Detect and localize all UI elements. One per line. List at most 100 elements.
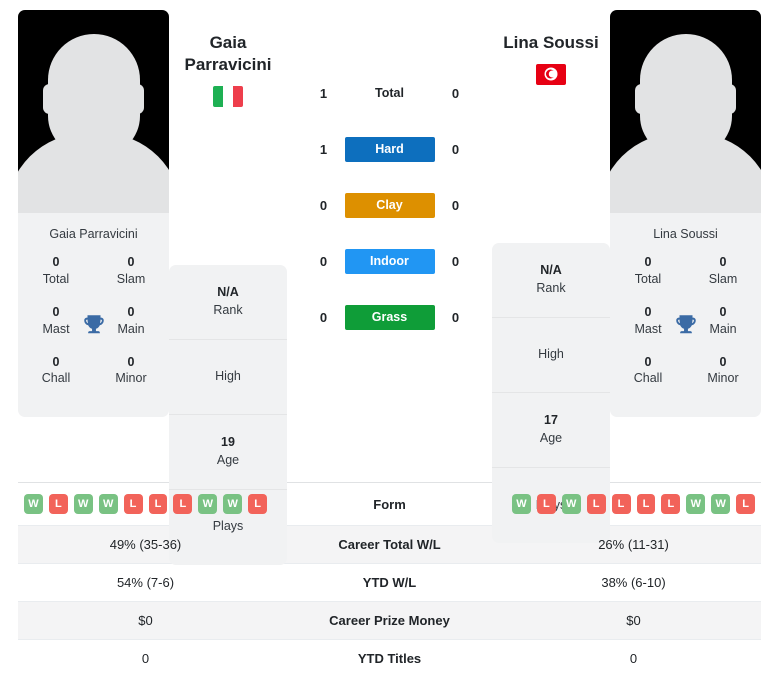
trophy-stat-total: 0 Total [32,254,80,288]
trophy-row: 0 Chall 0 Minor [616,354,755,388]
flag-stripe-white [223,85,233,107]
form-badge: L [123,494,143,514]
h2h-label-total: Total [375,85,404,100]
left-info-stack: N/A Rank High 19 Age Plays [169,264,287,565]
trophy-row: 0 Total 0 Slam [616,254,755,288]
h2h-row-grass: 0 Grass 0 [295,289,484,345]
right-player-card[interactable]: Lina Soussi 0 Total 0 Slam 0 Mast 0 Main… [610,10,761,418]
right-age-value: 17 [544,413,558,428]
right-ytd-titles: 0 [629,651,638,666]
form-badge: W [98,494,118,514]
h2h-right-score: 0 [451,141,460,157]
stat-label-ytd-wl: YTD W/L [362,575,417,590]
flag-crescent-inner [548,70,556,78]
trophy-value: 0 [644,255,652,269]
left-age-value: 19 [221,435,235,449]
form-badge: W [73,494,93,514]
avatar-shoulders [610,133,761,213]
trophy-stat-slam: 0 Slam [699,254,747,288]
surface-badge-hard[interactable]: Hard [344,136,435,162]
avatar-ear-left [43,84,56,114]
h2h-left-score: 0 [319,197,328,213]
left-player-column: Gaia Parravicini 0 Total 0 Slam 0 Mast 0… [18,10,169,418]
tunisia-flag-icon [536,63,566,85]
left-age-label: Age [216,452,240,467]
trophy-value: 0 [52,304,60,319]
form-badge: W [561,494,581,514]
h2h-right-score: 0 [451,197,460,213]
h2h-right-score: 0 [451,309,460,325]
left-rank-label: Rank [213,302,243,317]
trophy-label: Chall [41,371,71,386]
form-badge: L [536,494,556,514]
left-age-cell: 19 Age [169,415,287,490]
trophy-label: Main [117,321,145,336]
trophy-stat-main: 0 Main [107,304,155,338]
avatar-ear-right [723,84,736,114]
right-player-card-name: Lina Soussi [653,227,718,241]
trophy-value: 0 [644,354,652,369]
right-player-avatar [610,10,761,213]
surface-badge-clay[interactable]: Clay [344,192,435,218]
stat-label-ytd-titles: YTD Titles [357,651,422,666]
h2h-row-total: 1 Total 0 [295,65,484,121]
trophy-stat-chall: 0 Chall [624,354,672,388]
trophy-label: Slam [116,271,146,286]
surface-badge-grass[interactable]: Grass [344,304,435,330]
left-player-name-block: Gaia Parravicini N/A Rank High 19 Age Pl… [169,10,287,565]
flag-stripe-red [233,85,243,107]
trophy-stat-mast: 0 Mast [624,304,672,338]
form-badge: L [586,494,606,514]
flag-stripe-green [213,85,223,107]
table-row-ytd-titles: 0 YTD Titles 0 [18,639,761,678]
left-player-title-line1: Gaia [209,33,247,52]
table-row-ytd-wl: 54% (7-6) YTD W/L 38% (6-10) [18,563,761,602]
trophy-icon [83,315,104,334]
right-trophy-grid: 0 Total 0 Slam 0 Mast 0 Main 0 Chall 0 M… [610,254,761,417]
right-age-cell: 17 Age [492,393,610,468]
h2h-row-indoor: 0 Indoor 0 [295,233,484,289]
trophy-label: Total [634,271,662,286]
trophy-stat-minor: 0 Minor [699,354,747,388]
form-badge: L [736,494,756,514]
trophy-label: Main [709,321,737,336]
comparison-stats-table: W L W W L L L W W L Form W L W L L L L W… [18,482,761,677]
left-player-card[interactable]: Gaia Parravicini 0 Total 0 Slam 0 Mast 0… [18,10,169,418]
right-rank-cell: N/A Rank [492,243,610,318]
trophy-label: Minor [115,371,147,386]
left-flag-wrap [169,85,287,107]
h2h-left-score: 0 [319,253,328,269]
avatar-ear-left [635,84,648,114]
trophy-stat-main: 0 Main [699,304,747,338]
trophy-value: 0 [719,304,727,319]
trophy-label: Slam [708,271,738,286]
stat-label-form: Form [373,496,406,512]
h2h-left-score: 1 [319,85,328,101]
surface-badge-indoor[interactable]: Indoor [344,248,435,274]
trophy-value: 0 [127,304,135,319]
left-form-badges: W L W W L L L W W L [23,494,268,514]
stat-label-career-total-wl: Career Total W/L [338,537,441,552]
trophy-label: Minor [707,371,739,386]
trophy-value: 0 [127,255,135,269]
left-career-prize-money: $0 [138,613,153,628]
trophy-row: 0 Total 0 Slam [24,254,163,288]
left-rank-cell: N/A Rank [169,265,287,340]
table-row-career-total-wl: 49% (35-36) Career Total W/L 26% (11-31) [18,525,761,564]
trophy-row: 0 Chall 0 Minor [24,354,163,388]
right-form-badges: W L W L L L L W W L [511,494,756,514]
trophy-label: Total [42,271,70,286]
trophy-value: 0 [127,354,135,369]
trophy-value: 0 [52,255,60,269]
trophy-label: Mast [42,321,70,336]
trophy-value: 0 [644,304,652,319]
table-row-career-prize-money: $0 Career Prize Money $0 [18,601,761,640]
form-badge: W [198,494,218,514]
stat-label-career-prize-money: Career Prize Money [329,613,450,628]
form-badge: W [223,494,243,514]
table-row-form: W L W W L L L W W L Form W L W L L L L W… [18,482,761,526]
left-rank-value: N/A [217,285,239,299]
trophy-value: 0 [52,354,60,369]
player-comparison-page: Gaia Parravicini 0 Total 0 Slam 0 Mast 0… [0,0,779,699]
trophy-stat-minor: 0 Minor [107,354,155,388]
